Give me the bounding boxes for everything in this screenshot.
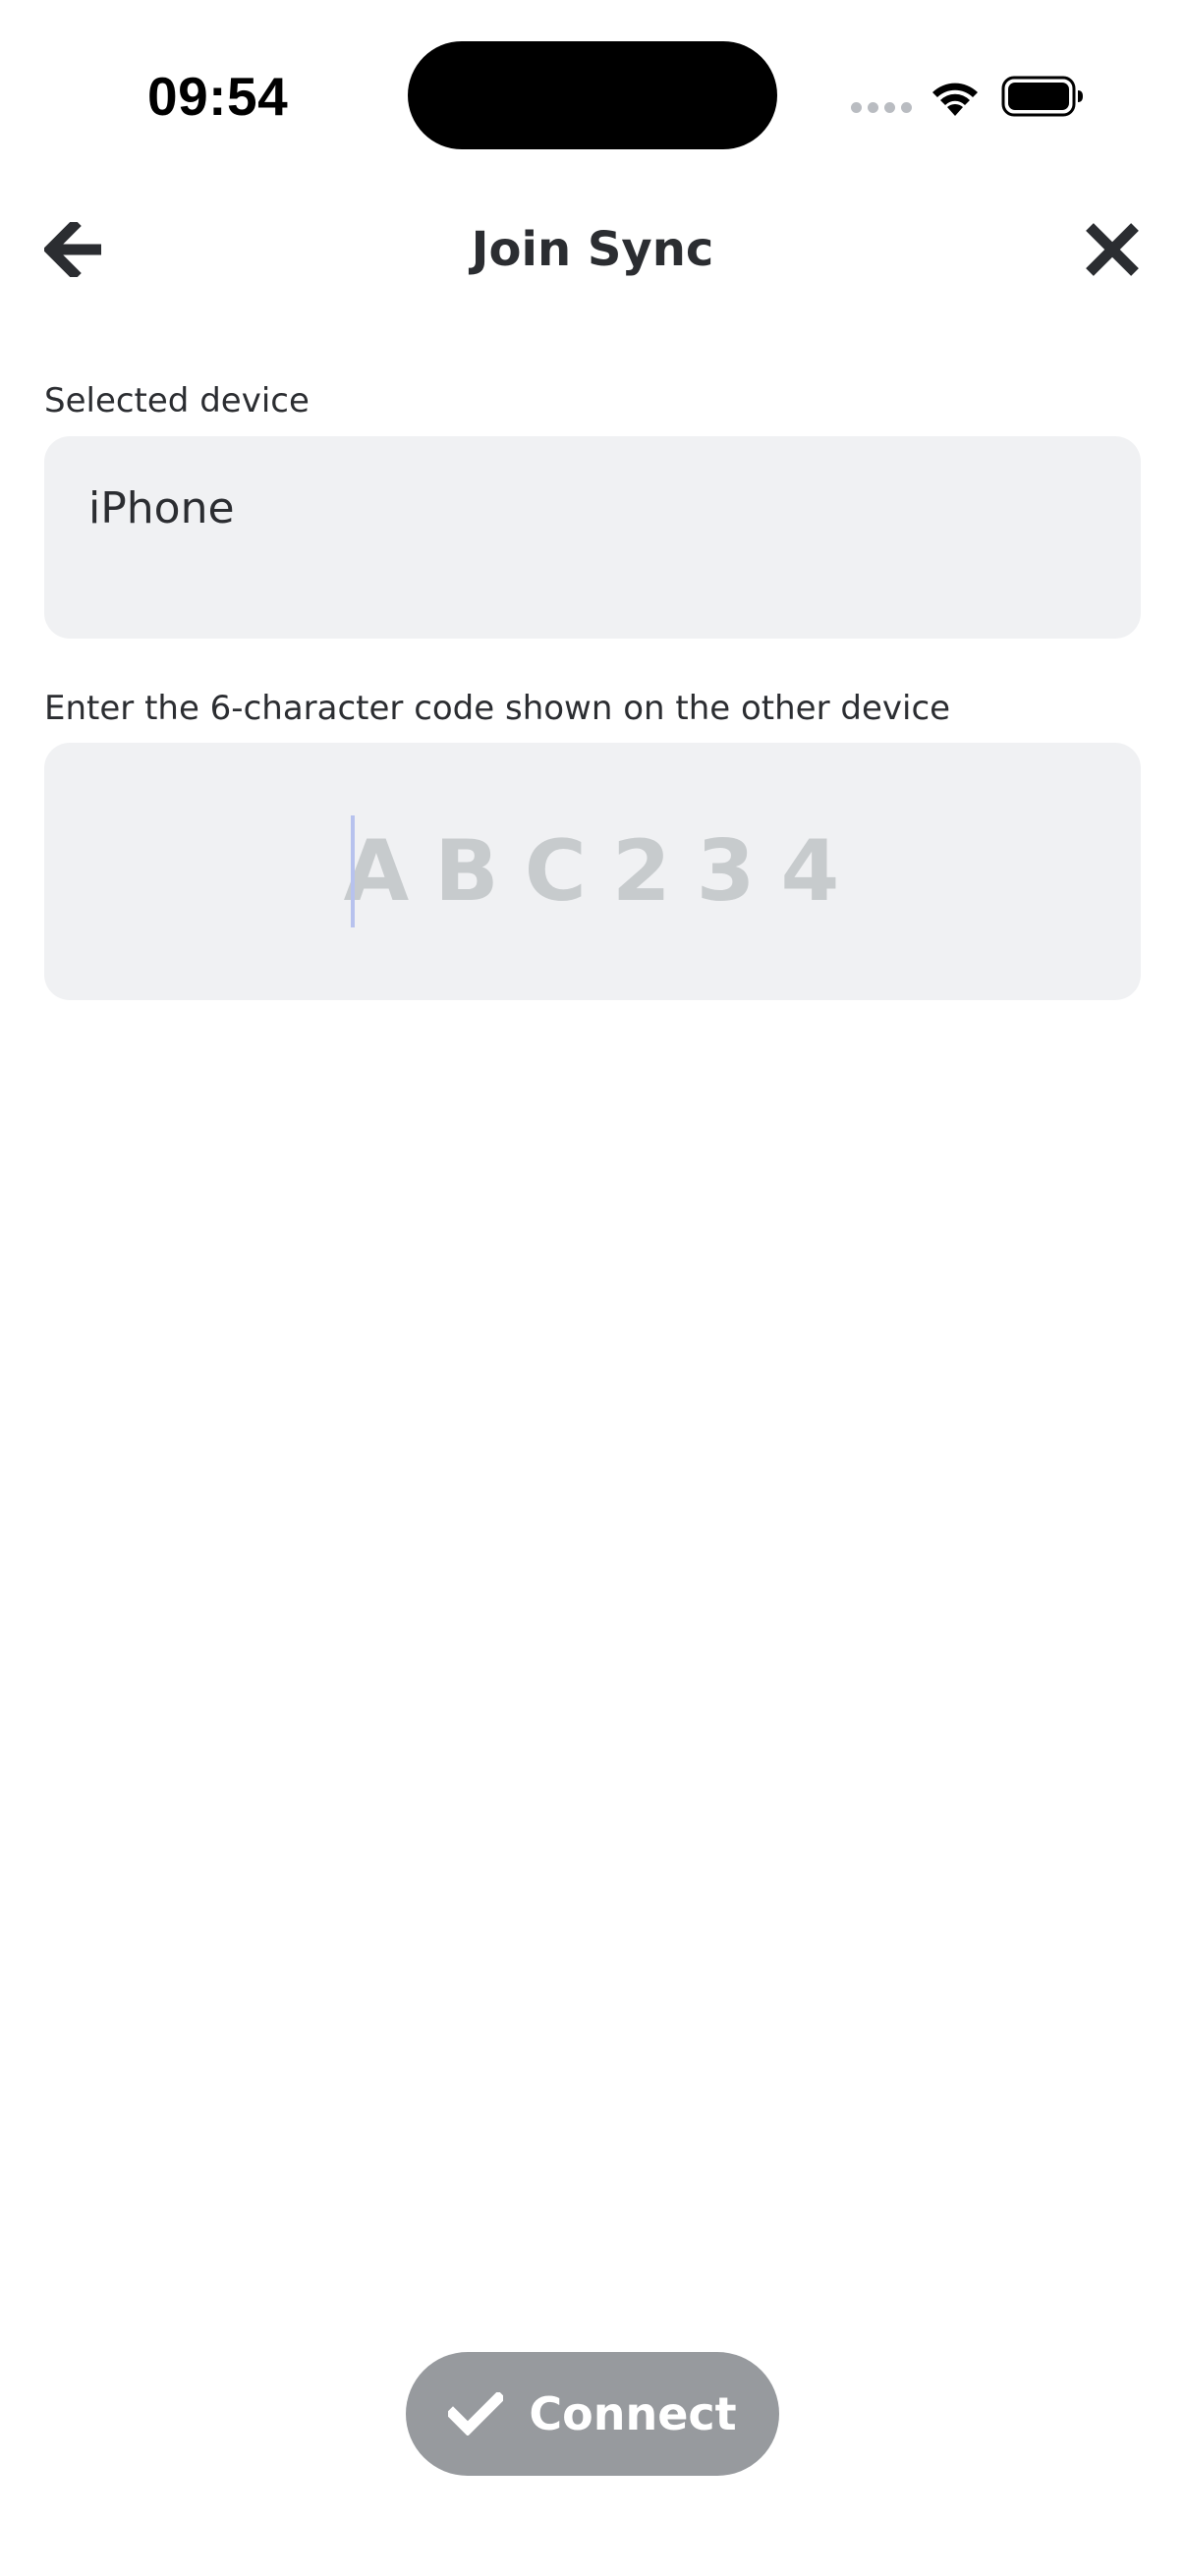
status-time: 09:54 xyxy=(147,66,289,127)
dynamic-island xyxy=(408,41,777,149)
cellular-signal-icon xyxy=(851,102,912,113)
device-field[interactable]: iPhone xyxy=(44,436,1141,639)
close-button[interactable] xyxy=(1077,214,1148,285)
device-value: iPhone xyxy=(88,483,235,533)
connect-label: Connect xyxy=(529,2387,737,2440)
code-field[interactable] xyxy=(44,743,1141,1000)
close-icon xyxy=(1086,223,1139,276)
checkmark-icon xyxy=(448,2392,504,2436)
device-label: Selected device xyxy=(44,381,310,420)
wifi-icon xyxy=(932,83,978,116)
page-title: Join Sync xyxy=(471,222,714,277)
code-input[interactable] xyxy=(44,743,1141,1000)
code-label: Enter the 6-character code shown on the … xyxy=(44,689,951,728)
connect-button[interactable]: Connect xyxy=(406,2352,779,2476)
battery-icon xyxy=(1001,76,1083,117)
text-cursor xyxy=(351,815,355,927)
